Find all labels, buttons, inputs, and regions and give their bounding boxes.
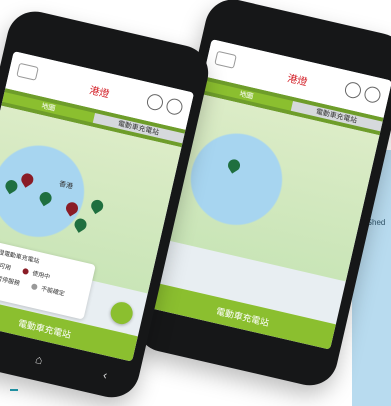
brand-logo: 港燈 <box>286 72 309 89</box>
header-icons <box>145 92 185 117</box>
legend-unknown: 不能確定 <box>40 286 66 298</box>
locate-button[interactable] <box>108 299 135 327</box>
unknown-icon <box>30 282 39 290</box>
legend-suspended: 暫停服務 <box>0 276 21 288</box>
header-icons <box>343 80 383 105</box>
legend-available: 可用 <box>0 263 12 272</box>
map-pin[interactable] <box>37 189 54 207</box>
brand-logo: 港燈 <box>88 84 111 101</box>
bottom-label: 電動車充電站 <box>17 317 73 340</box>
bottom-bar[interactable]: 電動車充電站 <box>149 282 336 350</box>
map-pin[interactable] <box>88 197 106 215</box>
back-button[interactable] <box>214 50 237 69</box>
map-pin[interactable] <box>63 199 81 217</box>
accent-line <box>10 389 18 391</box>
gear-icon[interactable] <box>362 85 383 105</box>
legend-in-use: 使用中 <box>31 271 51 281</box>
marketing-scene: g Shed 港燈 地圖 電動車充電站 電動車充電站 港燈 地圖 電動車充電站 … <box>0 0 391 406</box>
back-icon[interactable]: ‹ <box>102 368 109 383</box>
map-pin[interactable] <box>225 157 243 174</box>
clock-icon[interactable] <box>145 92 165 112</box>
bottom-label: 電動車充電站 <box>215 305 271 328</box>
map-label: 香港 <box>58 180 74 191</box>
back-button[interactable] <box>16 62 39 81</box>
home-icon[interactable]: ⌂ <box>34 352 44 367</box>
map-pin[interactable] <box>3 177 20 195</box>
map-pin[interactable] <box>19 171 36 188</box>
map-pin[interactable] <box>72 216 89 233</box>
clock-icon[interactable] <box>343 80 363 100</box>
gear-icon[interactable] <box>164 97 185 117</box>
in-use-icon <box>22 267 30 275</box>
